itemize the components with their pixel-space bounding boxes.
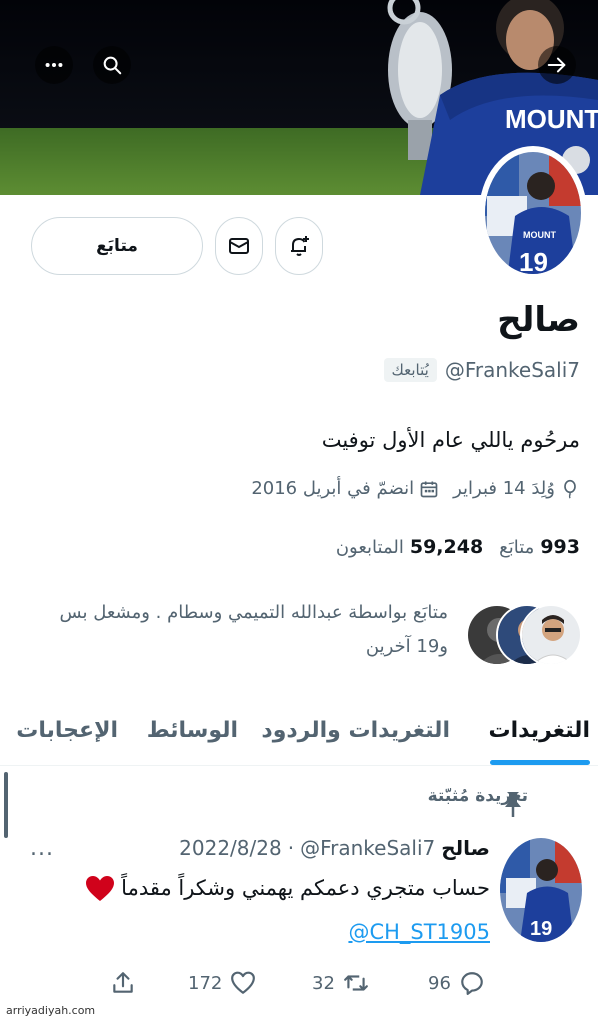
notifications-button[interactable] [275, 217, 323, 275]
like-count: 172 [188, 972, 223, 994]
follows-you-badge: يُتابعك [383, 358, 437, 382]
reply-action[interactable]: 96 [428, 970, 485, 996]
follow-stats: 993متابَع 59,248المتابعون [336, 536, 580, 558]
pinned-label: تغريدة مُثبّتة [427, 786, 528, 806]
mail-icon [229, 238, 249, 254]
like-action[interactable]: 172 [188, 970, 256, 996]
followers-count: 59,248 [409, 536, 484, 558]
followed-by-text[interactable]: متابَع بواسطة عبدالله التميمي وسطام . وم… [28, 596, 448, 664]
tab-tweets[interactable]: التغريدات [488, 694, 590, 766]
reply-icon [461, 972, 483, 995]
heart-icon [231, 971, 256, 994]
profile-name: صالح [497, 300, 580, 340]
banner-jersey-text: MOUNT [505, 104, 598, 134]
tweet-separator: · [287, 836, 295, 860]
share-action[interactable] [110, 970, 136, 996]
profile-handle: @FrankeSali7 [444, 358, 580, 382]
back-button[interactable] [538, 46, 576, 84]
followers-stat[interactable]: 59,248المتابعون [336, 536, 483, 558]
tweet-more-button[interactable]: ... [30, 836, 54, 861]
following-stat[interactable]: 993متابَع [499, 536, 580, 558]
search-icon [103, 56, 122, 75]
profile-tabs: التغريدات التغريدات والردود الوسائط الإع… [0, 694, 598, 766]
tab-tweets-replies[interactable]: التغريدات والردود [261, 694, 450, 766]
follower-avatar[interactable] [520, 604, 582, 666]
profile-bio: مرحُوم ياللي عام الأول توفيت [321, 428, 580, 452]
retweet-action[interactable]: 32 [312, 970, 369, 996]
svg-text:19: 19 [530, 918, 552, 940]
message-button[interactable] [215, 217, 263, 275]
retweet-icon [343, 975, 368, 991]
handle-row: @FrankeSali7 يُتابعك [383, 358, 580, 382]
joined-item: انضمّ في أبريل 2016 [251, 478, 439, 499]
tweet-author-name[interactable]: صالح [441, 836, 490, 860]
tweet-body: حساب متجري دعمكم يهمني وشكراً مقدماً [121, 876, 490, 900]
search-button[interactable] [93, 46, 131, 84]
red-heart-emoji-icon [86, 876, 115, 901]
balloon-icon [564, 479, 576, 498]
birthday-item: وُلِدَ 14 فبراير [453, 478, 580, 499]
more-horizontal-icon [45, 62, 63, 68]
scroll-indicator [4, 772, 8, 838]
calendar-icon [420, 481, 438, 497]
tweet-avatar[interactable]: 19 [500, 838, 582, 942]
tweet-date[interactable]: 2022/8/28 [179, 836, 282, 860]
tab-media[interactable]: الوسائط [147, 694, 238, 766]
following-label: متابَع [499, 537, 535, 558]
reply-count: 96 [428, 972, 451, 994]
more-options-button[interactable] [35, 46, 73, 84]
svg-text:MOUNT: MOUNT [523, 230, 556, 240]
share-icon [113, 972, 133, 993]
tweet-mention-link[interactable]: @CH_ST1905 [348, 920, 490, 944]
tweet-author-handle[interactable]: @FrankeSali7 [300, 836, 435, 860]
active-tab-indicator [490, 760, 590, 765]
retweet-count: 32 [312, 972, 335, 994]
profile-meta: وُلِدَ 14 فبراير انضمّ في أبريل 2016 [251, 478, 580, 499]
followers-label: المتابعون [335, 537, 404, 558]
watermark: arriyadiyah.com [6, 1004, 96, 1017]
tweet-text: حساب متجري دعمكم يهمني وشكراً مقدماً [86, 876, 490, 902]
profile-avatar[interactable]: 19 MOUNT [479, 146, 587, 280]
birthday-text: وُلِدَ 14 فبراير [453, 478, 555, 499]
following-button[interactable]: متابَع [31, 217, 203, 275]
tweet-header: صالح @FrankeSali7 · 2022/8/28 [179, 836, 490, 860]
arrow-right-icon [547, 57, 566, 73]
following-count: 993 [540, 536, 580, 558]
joined-text: انضمّ في أبريل 2016 [251, 478, 415, 499]
bell-plus-icon [291, 236, 309, 256]
tab-likes[interactable]: الإعجابات [16, 694, 118, 766]
